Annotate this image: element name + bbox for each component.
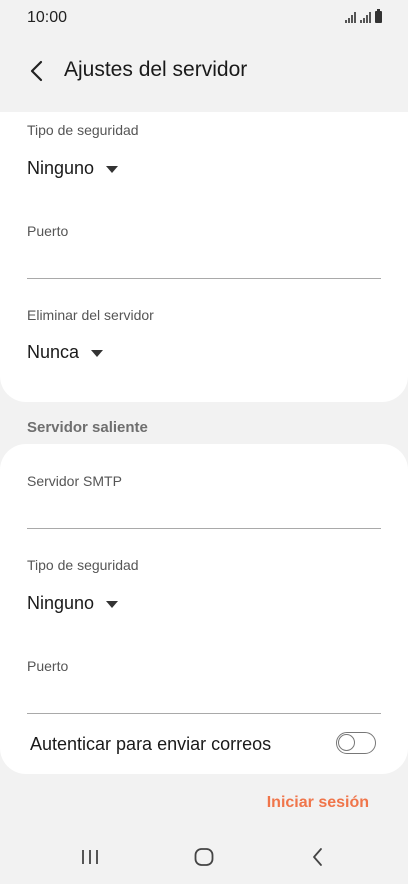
delete-from-server-dropdown[interactable]: Nunca [27, 342, 104, 363]
dropdown-caret-icon [106, 601, 119, 608]
dropdown-caret-icon [91, 350, 104, 357]
incoming-server-card: Tipo de seguridad Ninguno Puerto Elimina… [0, 112, 408, 402]
home-button[interactable] [184, 842, 224, 872]
back-button[interactable] [20, 54, 54, 88]
back-arrow-icon [30, 60, 43, 82]
security-type-label: Tipo de seguridad [27, 122, 139, 138]
sign-in-button[interactable]: Iniciar sesión [267, 794, 369, 812]
back-icon [313, 848, 322, 866]
home-icon [194, 848, 214, 866]
status-icons [345, 9, 382, 23]
navigation-bar [0, 830, 408, 884]
status-bar: 10:00 [0, 0, 408, 40]
port-label: Puerto [27, 223, 69, 239]
outgoing-port-label: Puerto [27, 658, 69, 674]
security-type-value: Ninguno [27, 158, 95, 178]
outgoing-security-type-dropdown[interactable]: Ninguno [27, 593, 119, 614]
dropdown-caret-icon [106, 166, 119, 173]
recent-apps-icon [82, 850, 98, 864]
signal-icon [345, 12, 356, 23]
outgoing-server-section-title: Servidor saliente [27, 419, 148, 436]
recent-apps-button[interactable] [70, 842, 110, 872]
port-input[interactable] [27, 248, 381, 279]
delete-from-server-value: Nunca [27, 342, 80, 362]
security-type-dropdown[interactable]: Ninguno [27, 158, 119, 179]
authenticate-label: Autenticar para enviar correos [30, 734, 272, 754]
signal-icon [360, 12, 371, 23]
nav-back-button[interactable] [298, 842, 338, 872]
app-header: Ajustes del servidor [0, 48, 408, 96]
status-time: 10:00 [27, 9, 68, 26]
outgoing-security-type-value: Ninguno [27, 593, 95, 613]
outgoing-server-card: Servidor SMTP Tipo de seguridad Ninguno … [0, 444, 408, 774]
page-title: Ajustes del servidor [64, 58, 248, 81]
battery-icon [375, 9, 382, 23]
smtp-server-input[interactable] [27, 498, 381, 529]
delete-from-server-label: Eliminar del servidor [27, 307, 154, 323]
smtp-server-label: Servidor SMTP [27, 473, 122, 489]
outgoing-port-input[interactable] [27, 683, 381, 714]
outgoing-security-type-label: Tipo de seguridad [27, 557, 139, 573]
authenticate-toggle[interactable] [336, 732, 376, 754]
toggle-knob [338, 734, 355, 751]
